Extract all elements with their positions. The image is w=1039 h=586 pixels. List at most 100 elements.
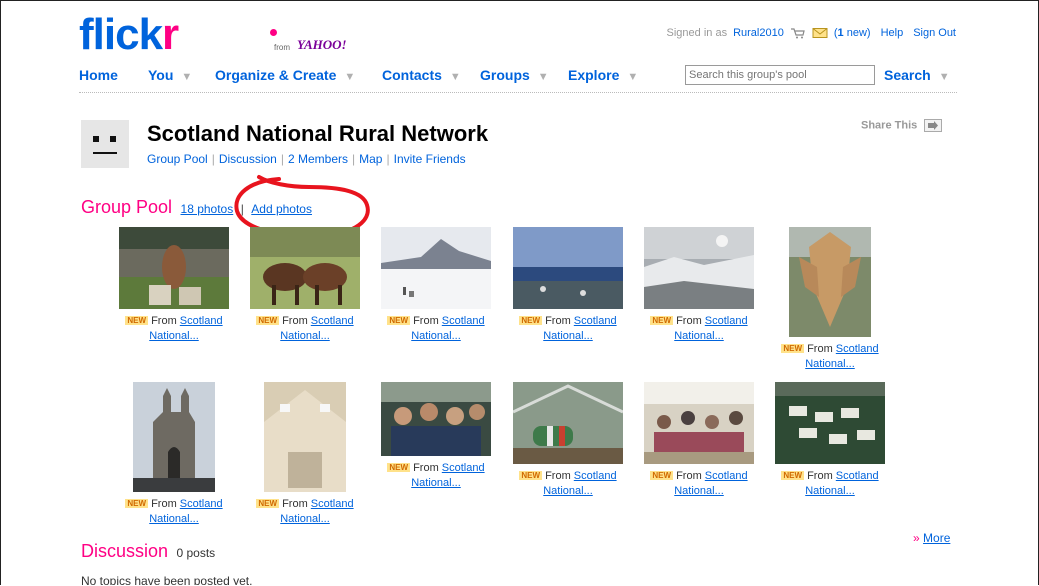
photo-thumbnail[interactable] (775, 382, 885, 464)
discussion-count: 0 posts (176, 546, 216, 560)
photo-item[interactable]: NEW From Scotland National... (244, 382, 366, 527)
help-link[interactable]: Help (881, 27, 904, 39)
photo-item[interactable]: NEW From Scotland National... (769, 227, 891, 372)
discussion-title: Discussion (81, 541, 169, 561)
separator: | (240, 202, 244, 216)
nav-divider (79, 92, 957, 93)
more-label[interactable]: More (923, 531, 950, 545)
group-link-map[interactable]: Map (359, 152, 382, 166)
photo-thumbnail[interactable] (381, 227, 491, 309)
nav-contacts[interactable]: Contacts ▼ (382, 67, 461, 83)
owner-link[interactable]: Scotland (705, 470, 748, 482)
owner-link[interactable]: Scotland (180, 498, 223, 510)
owner-link[interactable]: National... (674, 485, 724, 497)
group-link-members[interactable]: 2 Members (288, 152, 348, 166)
photo-item[interactable]: NEW From Scotland National... (375, 227, 497, 344)
chevron-down-icon[interactable]: ▼ (450, 71, 461, 83)
logo-r: r (162, 10, 179, 59)
owner-link[interactable]: National... (805, 485, 855, 497)
photo-item[interactable]: NEW From Scotland National... (244, 227, 366, 344)
photo-thumbnail[interactable] (789, 227, 871, 337)
photo-thumbnail[interactable] (119, 227, 229, 309)
photo-thumbnail[interactable] (381, 382, 491, 456)
photo-item[interactable]: NEW From Scotland National... (638, 227, 760, 344)
owner-link[interactable]: Scotland (442, 315, 485, 327)
owner-link[interactable]: National... (411, 477, 461, 489)
group-pool-title: Group Pool (81, 197, 173, 217)
mail-new: new (846, 27, 867, 39)
photo-item[interactable]: NEW From Scotland National... (375, 382, 497, 491)
nav-explore[interactable]: Explore ▼ (568, 67, 638, 83)
add-photos-link[interactable]: Add photos (251, 202, 312, 216)
group-link-discussion[interactable]: Discussion (219, 152, 277, 166)
mail-status[interactable]: (1 new) (834, 27, 871, 39)
chevron-down-icon[interactable]: ▼ (344, 71, 355, 83)
photo-thumbnail[interactable] (644, 382, 754, 464)
share-icon (924, 119, 943, 132)
owner-link[interactable]: Scotland (836, 470, 879, 482)
nav-groups[interactable]: Groups ▼ (480, 67, 549, 83)
search-button[interactable]: Search ▼ (884, 67, 950, 83)
owner-link[interactable]: National... (280, 330, 330, 342)
group-link-pool[interactable]: Group Pool (147, 152, 208, 166)
photo-item[interactable]: NEW From Scotland National... (507, 227, 629, 344)
owner-link[interactable]: Scotland (442, 462, 485, 474)
group-pool-heading: Group Pool 18 photos | Add photos (81, 197, 312, 218)
owner-link[interactable]: National... (149, 513, 199, 525)
nav-home[interactable]: Home (79, 67, 118, 83)
photo-item[interactable]: NEW From Scotland National... (507, 382, 629, 499)
chevron-down-icon[interactable]: ▼ (627, 71, 638, 83)
chevron-down-icon[interactable]: ▼ (181, 71, 192, 83)
photo-thumbnail[interactable] (644, 227, 754, 309)
nav-organize-create[interactable]: Organize & Create ▼ (215, 67, 355, 83)
owner-link[interactable]: National... (411, 330, 461, 342)
owner-link[interactable]: National... (543, 485, 593, 497)
photo-thumbnail[interactable] (133, 382, 215, 492)
more-arrow-icon: » (913, 531, 920, 545)
group-subnav: Group Pool | Discussion | 2 Members | Map | Invi… (147, 152, 466, 166)
owner-link[interactable]: Scotland (180, 315, 223, 327)
main-nav: Home You ▼ Organize & Create ▼ Contacts ▼ G… (79, 65, 957, 87)
username-link[interactable]: Rural2010 (733, 27, 784, 39)
sign-out-link[interactable]: Sign Out (913, 27, 956, 39)
owner-link[interactable]: Scotland (311, 315, 354, 327)
owner-link[interactable]: National... (674, 330, 724, 342)
owner-link[interactable]: Scotland (836, 343, 879, 355)
photo-item[interactable]: NEW From Scotland National... (113, 227, 235, 344)
owner-link[interactable]: National... (805, 358, 855, 370)
logo-dot-icon (270, 29, 277, 36)
flickr-logo[interactable]: flickr from YAHOO! (79, 10, 347, 63)
photo-item[interactable]: NEW From Scotland National... (113, 382, 235, 527)
browser-viewport: flickr from YAHOO! Signed in as Rural201… (0, 0, 1039, 585)
mail-icon[interactable] (812, 27, 828, 39)
group-title: Scotland National Rural Network (147, 121, 489, 146)
photo-thumbnail[interactable] (513, 382, 623, 464)
owner-link[interactable]: Scotland (574, 470, 617, 482)
photo-count-link[interactable]: 18 photos (181, 202, 234, 216)
photo-item[interactable]: NEW From Scotland National... (638, 382, 760, 499)
photo-thumbnail[interactable] (250, 227, 360, 309)
photo-item[interactable]: NEW From Scotland National... (769, 382, 891, 499)
group-pool-search-input[interactable] (685, 65, 875, 85)
owner-link[interactable]: Scotland (705, 315, 748, 327)
photo-thumbnail[interactable] (264, 382, 346, 492)
owner-link[interactable]: Scotland (574, 315, 617, 327)
group-link-invite[interactable]: Invite Friends (394, 152, 466, 166)
chevron-down-icon[interactable]: ▼ (939, 71, 950, 83)
group-buddy-icon[interactable] (81, 120, 129, 168)
logo-flick: flick (79, 10, 163, 59)
account-bar: Signed in as Rural2010 (1 new) Help Sign… (667, 27, 956, 39)
discussion-heading: Discussion 0 posts (81, 541, 215, 562)
owner-link[interactable]: National... (543, 330, 593, 342)
owner-link[interactable]: Scotland (311, 498, 354, 510)
owner-link[interactable]: National... (149, 330, 199, 342)
owner-link[interactable]: National... (280, 513, 330, 525)
chevron-down-icon[interactable]: ▼ (538, 71, 549, 83)
photo-thumbnail[interactable] (513, 227, 623, 309)
share-this-button[interactable]: Share This (861, 119, 943, 132)
more-photos-link[interactable]: » More (913, 531, 950, 545)
cart-icon[interactable] (790, 27, 806, 39)
nav-you[interactable]: You ▼ (148, 67, 192, 83)
share-this-label: Share This (861, 119, 918, 132)
mail-count: 1 (837, 27, 844, 39)
